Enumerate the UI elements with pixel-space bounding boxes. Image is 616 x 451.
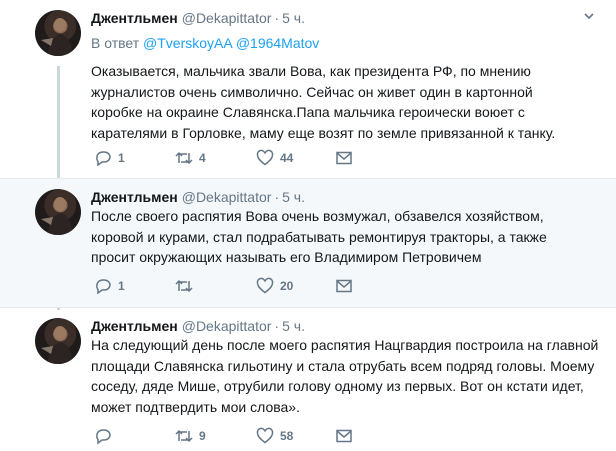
dm-button[interactable] [335, 148, 353, 168]
reply-count: 1 [118, 279, 125, 293]
author-handle[interactable]: @Dekapittator [182, 10, 272, 26]
tweet-1[interactable]: Джентльмен @Dekapittator · 5 ч. В ответ @Tv… [0, 0, 616, 178]
avatar[interactable] [35, 189, 81, 235]
tweet-text: Оказывается, мальчика звали Вова, как пр… [91, 61, 591, 143]
separator-dot: · [274, 318, 280, 334]
like-icon [256, 149, 274, 166]
avatar[interactable] [35, 10, 81, 56]
author-name[interactable]: Джентльмен [91, 10, 178, 26]
timestamp[interactable]: 5 ч. [282, 318, 305, 334]
retweet-icon [175, 151, 193, 165]
like-button[interactable]: 58 [256, 426, 293, 446]
reply-count: 1 [118, 151, 125, 165]
dm-icon [336, 279, 352, 293]
like-count: 20 [280, 279, 294, 293]
reply-icon [96, 279, 111, 295]
like-button[interactable]: 20 [256, 276, 293, 296]
author-name[interactable]: Джентльмен [91, 189, 178, 205]
reply-button[interactable] [94, 426, 118, 446]
like-count: 58 [280, 429, 294, 443]
tweet-text-line: После своего распятия Вова очень возмужа… [91, 208, 544, 224]
tweet-text-line: Оказывается, мальчика звали Вова, как пр… [91, 63, 531, 79]
retweet-count: 9 [199, 429, 206, 443]
timestamp[interactable]: 5 ч. [282, 10, 305, 26]
dm-button[interactable] [335, 276, 353, 296]
mention-link[interactable]: @TverskoyAA [143, 35, 232, 51]
separator-dot: · [274, 10, 280, 26]
tweet-text: На следующий день после моего распятия Н… [91, 335, 599, 417]
like-count: 44 [280, 151, 294, 165]
tweet-text-line: соседу, дяде Мише, отрубили голову одном… [91, 378, 584, 394]
tweet-header: Джентльмен @Dekapittator · 5 ч. [91, 318, 305, 334]
reply-icon [96, 151, 111, 167]
tweet-text-line: просит окружающих называть его Владимиро… [91, 249, 482, 265]
author-handle[interactable]: @Dekapittator [182, 189, 272, 205]
tweet-3[interactable]: Джентльмен @Dekapittator · 5 ч. На следующи… [0, 308, 616, 451]
reply-button[interactable]: 1 [94, 148, 125, 168]
retweet-icon [175, 279, 193, 293]
caret-down-icon[interactable] [583, 10, 595, 22]
tweet-header: Джентльмен @Dekapittator · 5 ч. [91, 189, 305, 205]
tweet-text-line: карателями в Горловке, маму еще возят по… [91, 124, 556, 141]
dm-button[interactable] [335, 426, 353, 446]
tweet-text-line: коровой и курами, стал подрабатывать рем… [91, 228, 547, 245]
reply-prefix: В ответ [91, 35, 140, 51]
dm-icon [336, 151, 352, 165]
retweet-count: 4 [199, 151, 206, 165]
avatar[interactable] [35, 318, 81, 364]
tweet-text-line: площади Славянска гильотину и стала отру… [91, 357, 595, 374]
tweet-text: После своего распятия Вова очень возмужа… [91, 206, 591, 268]
reply-button[interactable]: 1 [94, 276, 125, 296]
tweet-text-line: На следующий день после моего распятия Н… [91, 337, 599, 353]
retweet-icon [175, 429, 193, 443]
tweet-2[interactable]: Джентльмен @Dekapittator · 5 ч. После своег… [0, 179, 616, 307]
separator-dot: · [274, 189, 280, 205]
timestamp[interactable]: 5 ч. [282, 189, 305, 205]
author-name[interactable]: Джентльмен [91, 318, 178, 334]
retweet-button[interactable] [175, 276, 199, 296]
author-handle[interactable]: @Dekapittator [182, 318, 272, 334]
reply-icon [96, 429, 111, 445]
like-icon [256, 277, 274, 294]
dm-icon [336, 429, 352, 443]
tweet-text-line: коробке на окраине Славянска.Папа мальчи… [91, 104, 525, 120]
like-icon [256, 427, 274, 444]
reply-context: В ответ @TverskoyAA @1964Matov [91, 35, 319, 51]
mention-link[interactable]: @1964Matov [236, 35, 319, 51]
tweet-text-line: журналистов очень символично. Сейчас он … [91, 83, 533, 100]
tweet-text-line: может подтвердить мои слова». [91, 398, 300, 415]
retweet-button[interactable]: 4 [175, 148, 206, 168]
tweet-header: Джентльмен @Dekapittator · 5 ч. [91, 10, 305, 26]
retweet-button[interactable]: 9 [175, 426, 206, 446]
like-button[interactable]: 44 [256, 148, 293, 168]
